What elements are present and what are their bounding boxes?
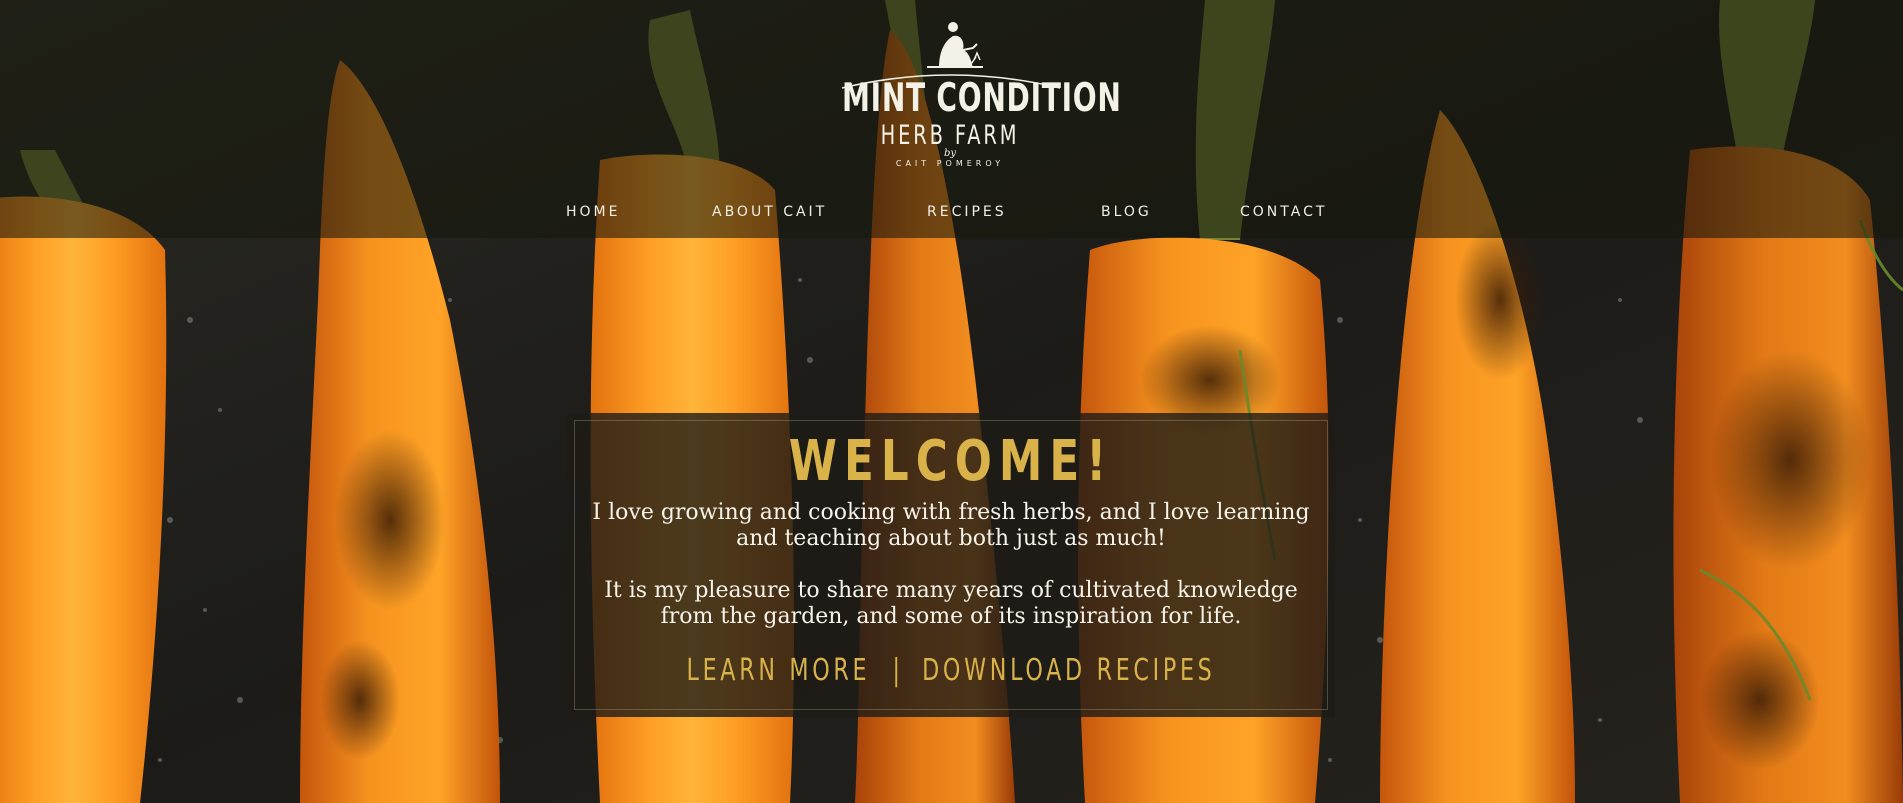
site-logo[interactable]: MINT CONDITION HERB FARM by CAIT POMEROY [800, 18, 1122, 173]
site-header: MINT CONDITION HERB FARM by CAIT POMEROY… [0, 0, 1903, 238]
logo-by: by [943, 148, 957, 159]
welcome-heading: WELCOME! [788, 429, 1114, 494]
logo-subtitle: HERB FARM [880, 120, 1020, 151]
nav-home[interactable]: HOME [566, 204, 620, 220]
download-recipes-link[interactable]: DOWNLOAD RECIPES [922, 653, 1215, 688]
logo-title: MINT CONDITION [842, 76, 1122, 121]
home-page: MINT CONDITION HERB FARM by CAIT POMEROY… [0, 0, 1903, 803]
nav-blog[interactable]: BLOG [1101, 204, 1152, 220]
welcome-paragraph-2: It is my pleasure to share many years of… [604, 578, 1298, 629]
welcome-paragraph-1: I love growing and cooking with fresh he… [592, 500, 1310, 551]
learn-more-link[interactable]: LEARN MORE [687, 653, 871, 688]
cta-separator: | [892, 653, 900, 688]
nav-recipes[interactable]: RECIPES [927, 204, 1007, 220]
cta-row: LEARN MORE | DOWNLOAD RECIPES [667, 653, 1235, 693]
welcome-card: WELCOME! I love growing and cooking with… [567, 413, 1335, 717]
nav-contact[interactable]: CONTACT [1240, 204, 1327, 220]
logo-author: CAIT POMEROY [895, 159, 1005, 168]
main-nav: HOME ABOUT CAIT RECIPES BLOG CONTACT [0, 204, 1903, 226]
nav-about-cait[interactable]: ABOUT CAIT [712, 204, 827, 220]
